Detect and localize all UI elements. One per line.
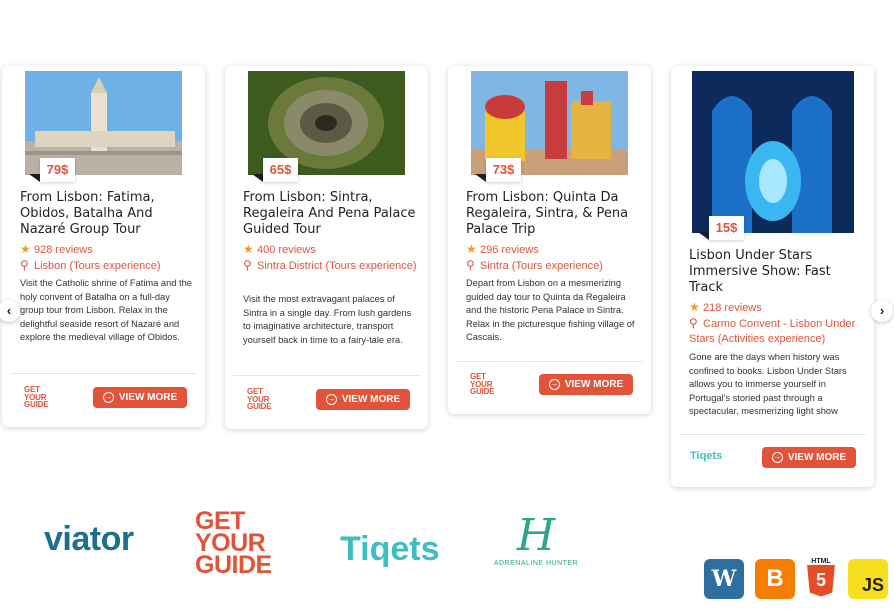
location-pin-icon: ⚲ [466,258,475,272]
blogger-glyph: B [766,565,784,592]
divider [456,361,643,362]
javascript-glyph: JS [861,575,884,595]
view-more-button[interactable]: → VIEW MORE [762,447,856,468]
viator-logo: viator [44,520,134,558]
wordpress-glyph: W [711,566,737,592]
adrenaline-hunter-logo: H ADRENALINE HUNTER [490,510,582,568]
gyg-line-3: GUIDE [195,551,272,579]
arrow-circle-icon: → [325,394,337,405]
tour-description: Depart from Lisbon on a mesmerizing guid… [466,278,635,343]
getyourguide-logo-large: GET YOUR GUIDE [195,509,272,579]
tour-title[interactable]: From Lisbon: Quinta Da Regaleira, Sintra… [466,190,641,238]
carousel-next-button[interactable]: › [871,300,893,322]
reviews: ★ 400 reviews [243,242,316,256]
tour-description: Visit the most extravagant palaces of Si… [243,294,412,345]
html5-shield: 5 [807,564,835,597]
tour-card-4: 15$ Lisbon Under Stars Immersive Show: F… [671,66,874,487]
price-tag: 65$ [252,158,298,182]
html5-label: HTML [811,557,831,565]
star-icon: ★ [243,242,254,256]
reviews: ★ 928 reviews [20,242,93,256]
wordpress-icon: W [704,559,744,599]
divider [679,434,866,435]
location-pin-icon: ⚲ [689,316,698,330]
arrow-circle-icon: → [771,452,783,463]
adrenaline-hunter-text: ADRENALINE HUNTER [493,560,579,567]
getyourguide-logo: GET YOUR GUIDE [470,372,495,396]
star-icon: ★ [466,242,477,256]
getyourguide-logo: GET YOUR GUIDE [247,387,272,411]
getyourguide-logo: GET YOUR GUIDE [24,385,49,409]
location-pin-icon: ⚲ [20,258,29,272]
tour-description: Gone are the days when history was confi… [689,352,847,417]
divider [233,375,420,376]
divider [10,373,197,374]
tour-title[interactable]: From Lisbon: Fatima, Obidos, Batalha And… [20,190,195,238]
view-more-button[interactable]: → VIEW MORE [316,389,410,410]
tour-title[interactable]: Lisbon Under Stars Immersive Show: Fast … [689,248,864,296]
location-pin-icon: ⚲ [243,258,252,272]
reviews: ★ 218 reviews [689,300,762,314]
location: ⚲ Sintra District (Tours experience) [243,258,417,272]
tour-title[interactable]: From Lisbon: Sintra, Regaleira And Pena … [243,190,418,238]
view-more-button[interactable]: → VIEW MORE [93,387,187,408]
star-icon: ★ [689,300,700,314]
tour-card-2: 65$ From Lisbon: Sintra, Regaleira And P… [225,66,428,429]
location: ⚲ Lisbon (Tours experience) [20,258,161,272]
tour-card-1: 79$ From Lisbon: Fatima, Obidos, Batalha… [2,66,205,427]
location: ⚲ Carmo Convent - Lisbon Under Stars (Act… [689,316,856,345]
arrow-circle-icon: → [548,379,560,390]
price-tag: 73$ [475,158,521,182]
arrow-circle-icon: → [102,392,114,403]
view-more-button[interactable]: → VIEW MORE [539,374,633,395]
tiqets-logo-large: Tiqets [340,530,440,568]
adrenaline-hunter-mark: H [516,510,556,561]
javascript-icon: JS [848,559,888,599]
tour-card-3: 73$ From Lisbon: Quinta Da Regaleira, Si… [448,66,651,414]
html5-icon: HTML 5 [806,557,836,597]
location: ⚲ Sintra (Tours experience) [466,258,603,272]
tour-photo-carmo-convent[interactable] [692,71,854,233]
tiqets-logo: Tiqets [690,450,723,462]
reviews: ★ 296 reviews [466,242,539,256]
star-icon: ★ [20,242,31,256]
price-tag: 15$ [698,216,744,240]
tour-description: Visit the Catholic shrine of Fatima and … [20,278,192,343]
blogger-icon: B [755,559,795,599]
price-tag: 79$ [29,158,75,182]
